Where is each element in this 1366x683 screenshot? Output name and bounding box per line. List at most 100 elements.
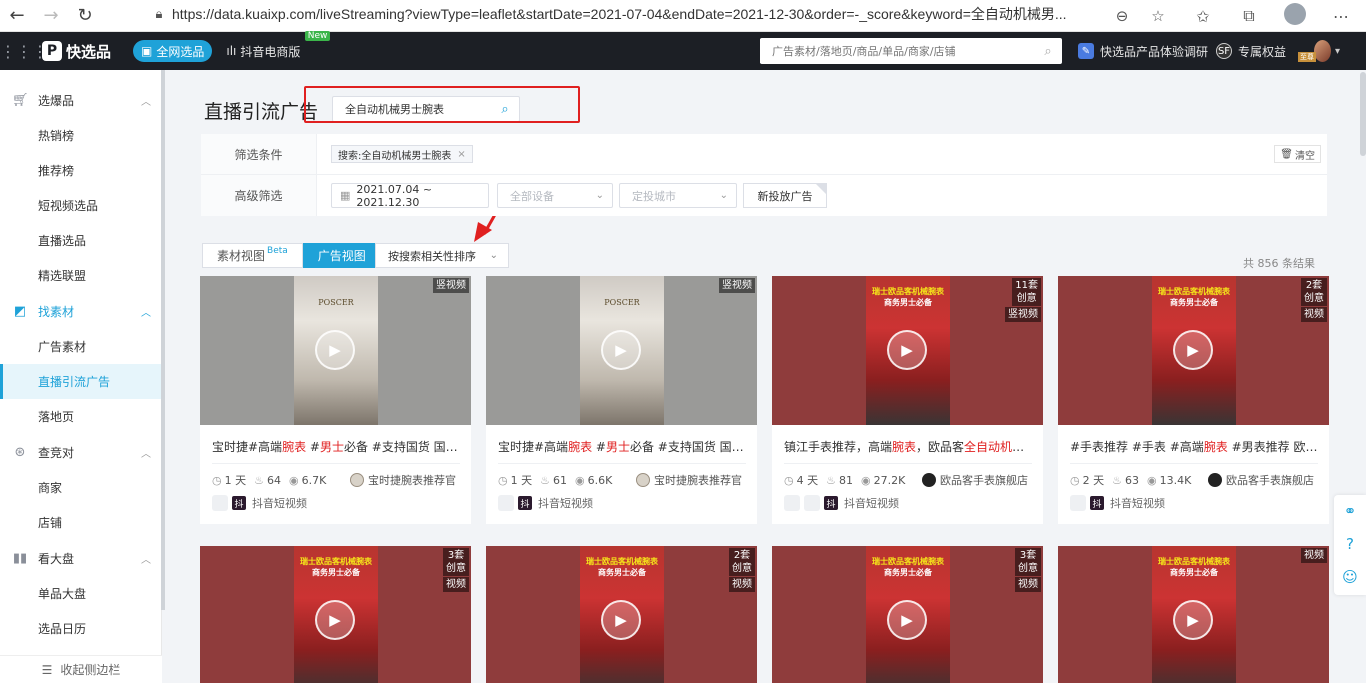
address-bar[interactable]: 🔒︎ https://data.kuaixp.com/liveStreaming… — [146, 0, 1176, 28]
sidebar-item-ad-material[interactable]: 广告素材 — [0, 329, 161, 364]
url-text[interactable]: https://data.kuaixp.com/liveStreaming?vi… — [172, 4, 1092, 24]
ad-card[interactable]: POSCER ▶ 竖视频 宝时捷#高端腕表 #男士必备 #支持国货 国货之光 ◷… — [486, 276, 757, 524]
close-icon[interactable]: × — [457, 149, 465, 160]
sidebar-group-competitors[interactable]: ⊛ 查竞对 ︿ — [0, 434, 161, 470]
brand-text: POSCER — [318, 298, 354, 307]
play-icon[interactable]: ▶ — [1173, 600, 1213, 640]
clear-button[interactable]: 🗑︎ 清空 — [1274, 145, 1321, 163]
video-thumbnail[interactable]: 瑞士欧品客机械腕表 商务男士必备 ▶ 2套 创意 视频 — [1058, 276, 1329, 425]
filter-chip[interactable]: 搜索:全自动机械男士腕表 × — [331, 145, 473, 163]
browser-toolbar: ← → ↻ 🔒︎ https://data.kuaixp.com/liveStr… — [0, 0, 1366, 32]
play-icon[interactable]: ▶ — [887, 600, 927, 640]
sidebar-item-recommend[interactable]: 推荐榜 — [0, 153, 161, 188]
video-thumbnail[interactable]: 瑞士欧品客机械腕表 商务男士必备 ▶ 11套 创意 竖视频 — [772, 276, 1043, 425]
chevron-down-icon: ⌄ — [489, 250, 498, 261]
tab-ad-view[interactable]: 广告视图 — [302, 243, 381, 268]
clock-icon: ◷ — [498, 473, 508, 487]
sidebar-item-hot-sales[interactable]: 热销榜 — [0, 118, 161, 153]
overlay-text: 瑞士欧品客机械腕表 — [300, 557, 372, 566]
ad-card[interactable]: 瑞士欧品客机械腕表 商务男士必备 ▶ 3套 创意 视频 — [772, 546, 1043, 683]
link-icon[interactable]: ⚭ — [1334, 495, 1366, 528]
video-thumbnail[interactable]: 瑞士欧品客机械腕表 商务男士必备 ▶ 视频 — [1058, 546, 1329, 683]
sidebar-item-calendar[interactable]: 选品日历 — [0, 611, 161, 646]
rights-link[interactable]: SF 专属权益 — [1216, 32, 1286, 70]
survey-link[interactable]: ✎ 快选品产品体验调研 — [1078, 32, 1208, 70]
sidebar-item-landing[interactable]: 落地页 — [0, 399, 161, 434]
tab-material-view[interactable]: 素材视图 Beta — [202, 243, 303, 268]
sidebar-item-merchant[interactable]: 商家 — [0, 470, 161, 505]
play-icon[interactable]: ▶ — [887, 330, 927, 370]
sidebar-item-alliance[interactable]: 精选联盟 — [0, 258, 161, 293]
help-icon[interactable]: ? — [1334, 528, 1366, 561]
city-select[interactable]: 定投城市 ⌄ — [619, 183, 737, 208]
forward-icon[interactable]: → — [34, 0, 68, 32]
card-stats: ◷ 1 天 ♨ 64 ◉ 6.7K 宝时捷腕表推荐官 — [212, 472, 460, 488]
sidebar-item-short-video[interactable]: 短视频选品 — [0, 188, 161, 223]
eye-icon: ◉ — [574, 473, 585, 487]
logo[interactable]: P 快选品 — [42, 41, 111, 62]
video-thumbnail[interactable]: POSCER ▶ 竖视频 — [486, 276, 757, 425]
back-icon[interactable]: ← — [0, 0, 34, 32]
video-thumbnail[interactable]: 瑞士欧品客机械腕表 商务男士必备 ▶ 3套 创意 视频 — [200, 546, 471, 683]
play-icon[interactable]: ▶ — [315, 600, 355, 640]
new-ad-button[interactable]: 新投放广告 — [743, 183, 827, 208]
ad-card[interactable]: 瑞士欧品客机械腕表 商务男士必备 ▶ 2套 创意 视频 — [486, 546, 757, 683]
favorite-add-icon[interactable]: ☆ — [1140, 7, 1176, 25]
play-icon[interactable]: ▶ — [601, 600, 641, 640]
cart-icon: 🛒︎ — [12, 92, 29, 108]
play-icon[interactable]: ▶ — [315, 330, 355, 370]
sidebar-scrollbar[interactable] — [161, 70, 165, 610]
header-search[interactable]: ⌕ — [760, 38, 1062, 64]
creative-count-badge: 3套 创意 — [443, 548, 469, 576]
reload-icon[interactable]: ↻ — [68, 0, 102, 32]
ad-card[interactable]: 瑞士欧品客机械腕表 商务男士必备 ▶ 3套 创意 视频 — [200, 546, 471, 683]
sidebar-item-live-ads[interactable]: 直播引流广告 — [0, 364, 161, 399]
sidebar-item-live[interactable]: 直播选品 — [0, 223, 161, 258]
collections-icon[interactable]: ⧉ — [1226, 6, 1272, 26]
ad-card[interactable]: 瑞士欧品客机械腕表 商务男士必备 ▶ 2套 创意 视频 #手表推荐 #手表 #高… — [1058, 276, 1329, 524]
sidebar-group-select-hot[interactable]: 🛒︎ 选爆品 ︿ — [0, 82, 161, 118]
card-title[interactable]: #手表推荐 #手表 #高端腕表 #男表推荐 欧品客 — [1070, 438, 1318, 455]
video-thumbnail[interactable]: 瑞士欧品客机械腕表 商务男士必备 ▶ 3套 创意 视频 — [772, 546, 1043, 683]
device-select[interactable]: 全部设备 ⌄ — [497, 183, 613, 208]
user-avatar[interactable]: 至尊 ▾ — [1298, 40, 1340, 62]
shop-link[interactable]: 欧品客手表旗舰店 — [922, 472, 1032, 488]
play-icon[interactable]: ▶ — [601, 330, 641, 370]
fire-icon: ♨ — [826, 473, 836, 487]
shop-link[interactable]: 宝时捷腕表推荐官 — [350, 472, 460, 488]
sidebar-item-product-market[interactable]: 单品大盘 — [0, 576, 161, 611]
favorites-icon[interactable]: ✩ — [1180, 7, 1226, 26]
sidebar-group-market[interactable]: ▮▮ 看大盘 ︿ — [0, 540, 161, 576]
result-count: 共 856 条结果 — [1243, 257, 1315, 270]
search-icon[interactable]: ⌕ — [1034, 44, 1062, 59]
video-thumbnail[interactable]: POSCER ▶ 竖视频 — [200, 276, 471, 425]
fire-icon: ♨ — [1112, 473, 1122, 487]
page-scrollbar[interactable] — [1360, 72, 1366, 156]
more-icon[interactable]: ⋯ — [1318, 7, 1364, 26]
shop-link[interactable]: 宝时捷腕表推荐官 — [636, 472, 746, 488]
all-network-button[interactable]: ▣ 全网选品 — [133, 40, 213, 62]
filter-row-conditions: 筛选条件 搜索:全自动机械男士腕表 × 🗑︎ 清空 — [201, 134, 1327, 175]
ad-card[interactable]: 瑞士欧品客机械腕表 商务男士必备 ▶ 视频 — [1058, 546, 1329, 683]
header-search-input[interactable] — [760, 39, 1034, 63]
douyin-tab[interactable]: ılı 抖音电商版 New — [226, 30, 331, 60]
card-stats: ◷ 4 天 ♨ 81 ◉ 27.2K 欧品客手表旗舰店 — [784, 472, 1032, 488]
sort-select[interactable]: 按搜索相关性排序 ⌄ — [375, 243, 509, 268]
sidebar-group-find-material[interactable]: ◩ 找素材 ︿ — [0, 293, 161, 329]
ad-card[interactable]: POSCER ▶ 竖视频 宝时捷#高端腕表 #男士必备 #支持国货 国货之光 ◷… — [200, 276, 471, 524]
collapse-sidebar-button[interactable]: ☰ 收起侧边栏 — [0, 655, 162, 683]
chat-icon[interactable]: ☺ — [1334, 561, 1366, 594]
card-title[interactable]: 宝时捷#高端腕表 #男士必备 #支持国货 国货之光 — [212, 438, 460, 455]
apps-grid-icon[interactable]: ⋮⋮⋮ — [0, 42, 48, 61]
sidebar-item-store[interactable]: 店铺 — [0, 505, 161, 540]
date-range-picker[interactable]: ▦ 2021.07.04 ~ 2021.12.30 — [331, 183, 489, 209]
play-icon[interactable]: ▶ — [1173, 330, 1213, 370]
shop-link[interactable]: 欧品客手表旗舰店 — [1208, 472, 1318, 488]
page-title: 直播引流广告 — [204, 101, 319, 123]
card-title[interactable]: 宝时捷#高端腕表 #男士必备 #支持国货 国货之光 — [498, 438, 746, 455]
zoom-icon[interactable]: ⊖ — [1104, 7, 1140, 25]
ad-card[interactable]: 瑞士欧品客机械腕表 商务男士必备 ▶ 11套 创意 竖视频 镇江手表推荐，高端腕… — [772, 276, 1043, 524]
card-title[interactable]: 镇江手表推荐，高端腕表，欧品客全自动机械腕表 — [784, 438, 1032, 455]
profile-icon[interactable] — [1272, 3, 1318, 29]
video-thumbnail[interactable]: 瑞士欧品客机械腕表 商务男士必备 ▶ 2套 创意 视频 — [486, 546, 757, 683]
